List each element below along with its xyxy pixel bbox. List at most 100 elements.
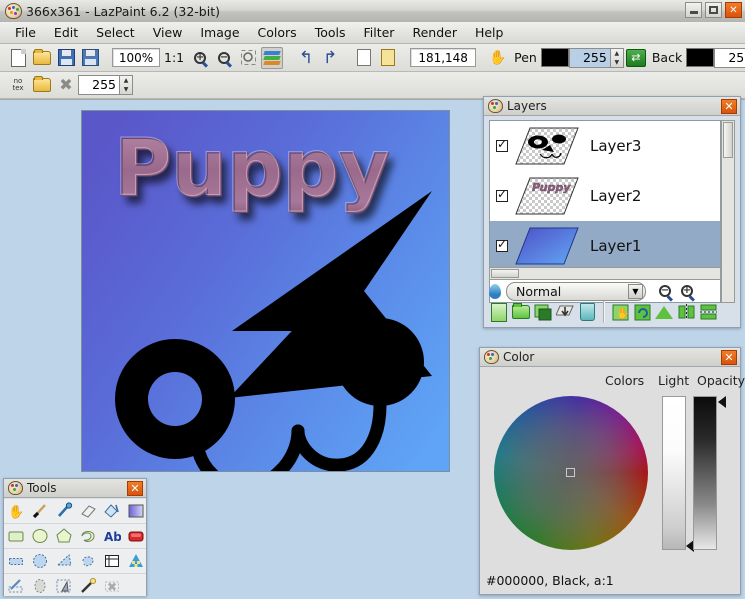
save-file-button[interactable] bbox=[55, 47, 77, 69]
select-rectangle-tool[interactable] bbox=[4, 550, 28, 573]
tools-panel-close-button[interactable]: ✕ bbox=[127, 481, 143, 496]
open-layer-button[interactable] bbox=[510, 302, 532, 322]
zoom-out-button[interactable]: − bbox=[213, 47, 235, 69]
menu-select[interactable]: Select bbox=[87, 23, 144, 42]
close-button[interactable]: ✕ bbox=[725, 2, 742, 18]
redo-button[interactable]: ↱ bbox=[319, 47, 341, 69]
perspective-layer-button[interactable] bbox=[653, 302, 675, 322]
curve-tool[interactable] bbox=[76, 525, 100, 548]
gradient-tool[interactable] bbox=[124, 500, 148, 523]
swap-colors-button[interactable]: ⇄ bbox=[625, 47, 647, 69]
layers-horizontal-scrollbar[interactable] bbox=[489, 267, 721, 280]
eraser-tool[interactable] bbox=[76, 500, 100, 523]
pen-alpha-buttons[interactable]: ▲▼ bbox=[610, 49, 623, 67]
move-selection-tool[interactable] bbox=[52, 575, 76, 598]
menu-filter[interactable]: Filter bbox=[354, 23, 403, 42]
back-alpha-spinner[interactable]: 255 ▲▼ bbox=[714, 48, 745, 68]
menu-render[interactable]: Render bbox=[403, 23, 466, 42]
layer-zoom-out-button[interactable]: − bbox=[654, 281, 676, 301]
toggle-layers-button[interactable] bbox=[261, 47, 283, 69]
hand-tool[interactable]: ✋ bbox=[4, 500, 28, 523]
duplicate-layer-button[interactable] bbox=[532, 302, 554, 322]
layer-row[interactable]: Layer3 bbox=[490, 121, 720, 171]
layers-panel-close-button[interactable]: ✕ bbox=[721, 99, 737, 114]
color-picker-tool[interactable] bbox=[52, 500, 76, 523]
zoom-level-field[interactable]: 100% bbox=[112, 48, 160, 67]
magic-wand-tool[interactable] bbox=[124, 550, 148, 573]
layer-visibility-checkbox[interactable] bbox=[496, 240, 508, 252]
layer-row[interactable]: Puppy Layer2 bbox=[490, 171, 720, 221]
phong-shape-tool[interactable] bbox=[124, 525, 148, 548]
layer-name[interactable]: Layer2 bbox=[590, 187, 641, 205]
pen-color-swatch[interactable] bbox=[541, 48, 569, 67]
zoom-original-label[interactable]: 1:1 bbox=[164, 50, 184, 65]
minimize-button[interactable] bbox=[685, 2, 702, 18]
magic-select-tool[interactable] bbox=[76, 575, 100, 598]
paste-button[interactable] bbox=[377, 47, 399, 69]
select-pen-tool[interactable] bbox=[4, 575, 28, 598]
undo-button[interactable]: ↰ bbox=[295, 47, 317, 69]
rectangle-tool[interactable] bbox=[4, 525, 28, 548]
texture-alpha-buttons[interactable]: ▲▼ bbox=[119, 76, 132, 94]
menu-file[interactable]: File bbox=[6, 23, 45, 42]
menu-edit[interactable]: Edit bbox=[45, 23, 87, 42]
save-as-button[interactable] bbox=[79, 47, 101, 69]
zoom-in-button[interactable]: + bbox=[189, 47, 211, 69]
select-brush-tool[interactable] bbox=[28, 575, 52, 598]
back-color-swatch[interactable] bbox=[686, 48, 714, 67]
layer-row[interactable]: Layer1 bbox=[490, 221, 720, 271]
select-ellipse-tool[interactable] bbox=[28, 550, 52, 573]
layer-visibility-checkbox[interactable] bbox=[496, 190, 508, 202]
delete-layer-button[interactable] bbox=[576, 302, 598, 322]
pen-alpha-spinner[interactable]: 255 ▲▼ bbox=[569, 48, 624, 68]
maximize-button[interactable] bbox=[705, 2, 722, 18]
layers-vertical-scrollbar[interactable] bbox=[721, 120, 735, 303]
move-layer-button[interactable]: ✋ bbox=[609, 302, 631, 322]
layer-visibility-checkbox[interactable] bbox=[496, 140, 508, 152]
opacity-slider-marker[interactable] bbox=[718, 396, 726, 408]
texture-alpha-value[interactable]: 255 bbox=[79, 76, 119, 94]
new-file-button[interactable] bbox=[7, 47, 29, 69]
pen-alpha-value[interactable]: 255 bbox=[570, 49, 610, 67]
grab-color-button[interactable]: ✋ bbox=[487, 47, 509, 69]
texture-preview-button[interactable]: no tex bbox=[7, 74, 29, 96]
color-panel-close-button[interactable]: ✕ bbox=[721, 350, 737, 365]
menu-tools[interactable]: Tools bbox=[306, 23, 355, 42]
rotate-layer-button[interactable] bbox=[631, 302, 653, 322]
menu-help[interactable]: Help bbox=[466, 23, 513, 42]
back-alpha-value[interactable]: 255 bbox=[715, 49, 745, 67]
layers-panel-title-bar[interactable]: Layers ✕ bbox=[484, 97, 740, 116]
menu-colors[interactable]: Colors bbox=[249, 23, 306, 42]
image-canvas[interactable]: Puppy Puppy bbox=[81, 110, 450, 472]
zoom-fit-button[interactable] bbox=[237, 47, 259, 69]
color-panel-title-bar[interactable]: Color ✕ bbox=[480, 348, 740, 367]
menu-view[interactable]: View bbox=[144, 23, 192, 42]
copy-button[interactable] bbox=[353, 47, 375, 69]
flip-horizontal-button[interactable] bbox=[675, 302, 697, 322]
select-spline-tool[interactable] bbox=[76, 550, 100, 573]
paint-bucket-tool[interactable] bbox=[100, 500, 124, 523]
select-polygon-tool[interactable] bbox=[52, 550, 76, 573]
opacity-slider[interactable] bbox=[693, 396, 717, 550]
layer-name[interactable]: Layer1 bbox=[590, 237, 641, 255]
color-wheel-cursor[interactable] bbox=[566, 468, 575, 477]
layer-name[interactable]: Layer3 bbox=[590, 137, 641, 155]
scrollbar-thumb[interactable] bbox=[723, 122, 733, 158]
droplet-icon[interactable] bbox=[489, 284, 501, 299]
ellipse-tool[interactable] bbox=[28, 525, 52, 548]
color-wheel[interactable] bbox=[494, 396, 648, 550]
add-layer-button[interactable] bbox=[488, 302, 510, 322]
scrollbar-thumb[interactable] bbox=[491, 269, 519, 278]
chevron-down-icon[interactable]: ▼ bbox=[628, 284, 643, 299]
tools-panel-title-bar[interactable]: Tools ✕ bbox=[4, 479, 146, 498]
paintbrush-tool[interactable] bbox=[28, 500, 52, 523]
light-slider[interactable] bbox=[662, 396, 686, 550]
flip-vertical-button[interactable] bbox=[697, 302, 719, 322]
menu-image[interactable]: Image bbox=[191, 23, 248, 42]
blend-mode-select[interactable]: Normal ▼ bbox=[506, 282, 646, 301]
open-texture-button[interactable] bbox=[31, 74, 53, 96]
select-transform-tool[interactable] bbox=[100, 550, 124, 573]
layer-zoom-in-button[interactable]: + bbox=[676, 281, 698, 301]
texture-alpha-spinner[interactable]: 255 ▲▼ bbox=[78, 75, 133, 95]
merge-layer-button[interactable] bbox=[554, 302, 576, 322]
